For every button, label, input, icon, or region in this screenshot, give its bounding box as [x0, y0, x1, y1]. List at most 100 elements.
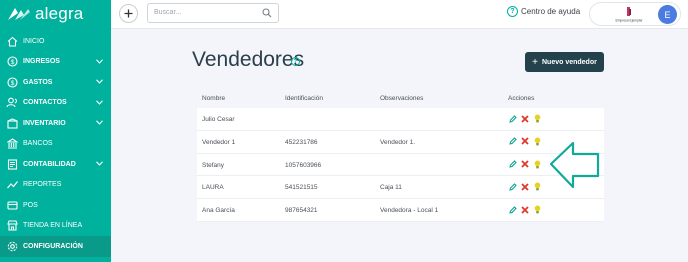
column-header-actions: Acciones	[508, 95, 535, 102]
edit-icon[interactable]	[509, 137, 517, 146]
page-title: Vendedores	[192, 48, 305, 71]
table-row: Stefany 1057603966	[197, 154, 604, 177]
row-actions	[509, 160, 545, 169]
quick-add-button[interactable]	[119, 4, 138, 23]
sidebar-item-contactos[interactable]: CONTACTOS	[0, 93, 111, 114]
cell-name: Ana García	[202, 207, 235, 215]
brand-name: alegra	[35, 4, 84, 23]
delete-icon[interactable]	[521, 114, 529, 123]
sidebar-item-inventario[interactable]: INVENTARIO	[0, 113, 111, 134]
column-header-observations: Observaciones	[380, 95, 424, 102]
sidebar-item-tienda-en-linea[interactable]: TIENDA EN LÍNEA	[0, 216, 111, 237]
sidebar-item-label: INGRESOS	[23, 58, 60, 66]
inventory-icon	[6, 117, 18, 129]
cell-observations: Vendedora - Local 1	[380, 207, 439, 215]
plus-icon	[124, 9, 133, 18]
table-body: Julio Cesar Vendedor 1 452231786 Vendedo…	[197, 108, 604, 222]
table-row: Julio Cesar	[197, 108, 604, 131]
sidebar-item-bancos[interactable]: BANCOS	[0, 134, 111, 155]
lightbulb-icon[interactable]	[533, 137, 541, 146]
sidebar: alegra INICIO $ INGRESOS $ GASTOS CONTAC…	[0, 0, 111, 262]
cell-observations: Vendedor 1.	[380, 138, 416, 146]
lightbulb-icon[interactable]	[533, 205, 541, 214]
cell-identification: 541521515	[285, 184, 318, 192]
help-label: Centro de ayuda	[521, 7, 581, 16]
sidebar-item-label: REPORTES	[23, 181, 62, 189]
cell-identification: 452231786	[285, 138, 318, 146]
table-row: LAURA 541521515 Caja 11	[197, 176, 604, 200]
delete-icon[interactable]	[521, 205, 529, 214]
cell-name: Stefany	[202, 161, 225, 169]
search-icon[interactable]	[262, 8, 272, 18]
search-box[interactable]	[147, 3, 279, 23]
bank-icon	[6, 138, 18, 150]
table-row: Ana García 987654321 Vendedora - Local 1	[197, 199, 604, 222]
help-center-link[interactable]: ? Centro de ayuda	[507, 6, 580, 17]
cell-name: Vendedor 1	[202, 138, 236, 146]
top-bar: ? Centro de ayuda Empresa Ejemplar E	[111, 0, 688, 29]
edit-icon[interactable]	[509, 114, 517, 123]
avatar[interactable]: E	[658, 5, 677, 24]
column-header-name: Nombre	[202, 95, 226, 102]
chevron-down-icon	[96, 120, 103, 125]
sidebar-item-label: GASTOS	[23, 78, 53, 86]
row-actions	[509, 182, 545, 191]
sidebar-item-label: POS	[23, 201, 38, 209]
lightbulb-icon[interactable]	[533, 160, 541, 169]
chevron-down-icon	[96, 161, 103, 166]
sidebar-item-pos[interactable]: POS	[0, 195, 111, 216]
income-icon: $	[6, 56, 18, 68]
cell-name: LAURA	[202, 184, 224, 192]
chevron-down-icon	[96, 99, 103, 105]
sidebar-item-ingresos[interactable]: $ INGRESOS	[0, 52, 111, 73]
sidebar-item-label: INICIO	[23, 37, 45, 45]
delete-icon[interactable]	[521, 182, 529, 191]
delete-icon[interactable]	[521, 137, 529, 146]
sidebar-nav: INICIO $ INGRESOS $ GASTOS CONTACTOS INV…	[0, 31, 111, 257]
delete-icon[interactable]	[521, 160, 529, 169]
sidebar-item-label: CONTABILIDAD	[23, 160, 76, 168]
sidebar-item-label: CONFIGURACIÓN	[23, 242, 83, 250]
svg-text:$: $	[10, 59, 14, 66]
sidebar-item-inicio[interactable]: INICIO	[0, 31, 111, 52]
accounting-icon	[6, 158, 18, 170]
contacts-icon	[6, 97, 18, 109]
lightbulb-icon[interactable]	[533, 114, 541, 123]
table-row: Vendedor 1 452231786 Vendedor 1.	[197, 131, 604, 154]
info-icon[interactable]: ?	[291, 57, 300, 66]
company-logo-text: Empresa Ejemplar	[615, 19, 643, 23]
row-actions	[509, 137, 545, 146]
sidebar-item-label: INVENTARIO	[23, 119, 66, 127]
new-seller-button-label: Nuevo vendedor	[541, 58, 597, 66]
new-seller-button[interactable]: + Nuevo vendedor	[525, 52, 604, 72]
sidebar-item-label: BANCOS	[23, 140, 53, 148]
row-actions	[509, 205, 545, 214]
reports-icon	[6, 179, 18, 191]
pos-icon	[6, 199, 18, 211]
sellers-table: Nombre Identificación Observaciones Acci…	[197, 90, 604, 222]
cell-name: Julio Cesar	[202, 116, 235, 123]
row-actions	[509, 114, 545, 123]
settings-icon	[6, 240, 18, 252]
lightbulb-icon[interactable]	[533, 182, 541, 191]
brand-logo[interactable]: alegra	[6, 4, 83, 24]
sidebar-item-contabilidad[interactable]: CONTABILIDAD	[0, 154, 111, 175]
sidebar-item-reportes[interactable]: REPORTES	[0, 175, 111, 196]
edit-icon[interactable]	[509, 160, 517, 169]
cell-identification: 1057603966	[285, 161, 322, 169]
sidebar-item-label: TIENDA EN LÍNEA	[23, 222, 83, 230]
chevron-down-icon	[96, 58, 103, 64]
search-input[interactable]	[154, 9, 254, 16]
column-header-id: Identificación	[285, 95, 323, 102]
sidebar-item-configuracion[interactable]: CONFIGURACIÓN	[0, 236, 111, 257]
edit-icon[interactable]	[509, 182, 517, 191]
sidebar-item-gastos[interactable]: $ GASTOS	[0, 72, 111, 93]
help-icon: ?	[507, 6, 518, 17]
store-icon	[6, 220, 18, 232]
table-header: Nombre Identificación Observaciones Acci…	[197, 90, 604, 108]
sidebar-item-label: CONTACTOS	[23, 99, 67, 107]
company-menu[interactable]: Empresa Ejemplar E	[589, 2, 681, 26]
annotation-arrow-icon	[549, 141, 600, 189]
svg-text:$: $	[10, 80, 14, 87]
edit-icon[interactable]	[509, 205, 517, 214]
